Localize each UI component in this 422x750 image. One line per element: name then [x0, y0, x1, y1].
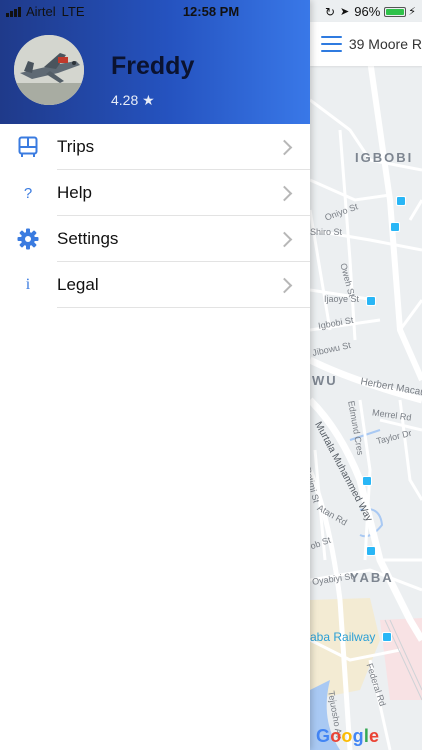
bus-stop-icon[interactable] [362, 476, 372, 486]
menu-label-trips: Trips [57, 137, 95, 156]
app-screen: Airtel LTE 12:58 PM ↻ ➤ 96% ⚡ 39 Moore R… [0, 0, 422, 750]
map-street-ijaoye: Ijaoye St [324, 294, 360, 304]
menu-label-settings: Settings [57, 229, 119, 248]
bus-stop-icon[interactable] [396, 196, 406, 206]
bus-icon [17, 136, 39, 158]
map-area-yaba: YABA [350, 570, 394, 585]
menu-label-help: Help [57, 183, 92, 202]
menu-hamburger-icon[interactable] [321, 36, 342, 52]
chevron-right-icon [276, 231, 293, 247]
map-street-shiro: Shiro St [310, 227, 343, 237]
profile-rating: 4.28 ★ [111, 92, 155, 108]
chevron-right-icon [276, 139, 293, 155]
bus-stop-icon[interactable] [390, 222, 400, 232]
google-logo: Google [316, 726, 380, 746]
map-area-igbobi: IGBOBI [355, 150, 414, 165]
info-icon: i [25, 276, 31, 293]
location-arrow-icon: ➤ [340, 6, 350, 18]
menu-item-legal[interactable]: i Legal [0, 262, 310, 308]
profile-name: Freddy [111, 52, 195, 80]
map-area-wu: WU [312, 373, 338, 388]
bus-stop-icon[interactable] [382, 632, 392, 642]
chevron-right-icon [276, 185, 293, 201]
menu-item-trips[interactable]: Trips [0, 124, 310, 170]
bus-stop-icon[interactable] [366, 296, 376, 306]
chevron-right-icon [276, 277, 293, 293]
status-bar: Airtel LTE 12:58 PM ↻ ➤ 96% ⚡ [0, 0, 422, 22]
battery-percent: 96% [354, 4, 381, 19]
menu-item-help[interactable]: ? Help [0, 170, 310, 216]
rotation-lock-icon: ↻ [324, 4, 336, 19]
drawer-menu: Trips ? Help Settings i Legal [0, 124, 310, 308]
map-search-bar[interactable]: 39 Moore R [310, 22, 422, 66]
battery-icon [384, 6, 407, 17]
bus-stop-icon[interactable] [366, 546, 376, 556]
avatar[interactable] [14, 35, 84, 105]
menu-label-legal: Legal [57, 275, 99, 294]
map-view[interactable]: 39 Moore R IGBOBI WU YABA Oniyo St Shiro… [310, 0, 422, 750]
status-right: ↻ ➤ 96% ⚡ [325, 4, 416, 19]
map-poi-railway: aba Railway [310, 630, 376, 644]
side-drawer: Freddy 4.28 ★ Trips ? Help Settings i Le… [0, 0, 310, 750]
gear-icon [17, 228, 39, 250]
question-icon: ? [23, 184, 33, 202]
battery-level [386, 8, 404, 15]
menu-item-settings[interactable]: Settings [0, 216, 310, 262]
avatar-jet-image [14, 35, 84, 105]
current-address[interactable]: 39 Moore R [349, 36, 422, 52]
charging-icon: ⚡ [408, 6, 416, 18]
